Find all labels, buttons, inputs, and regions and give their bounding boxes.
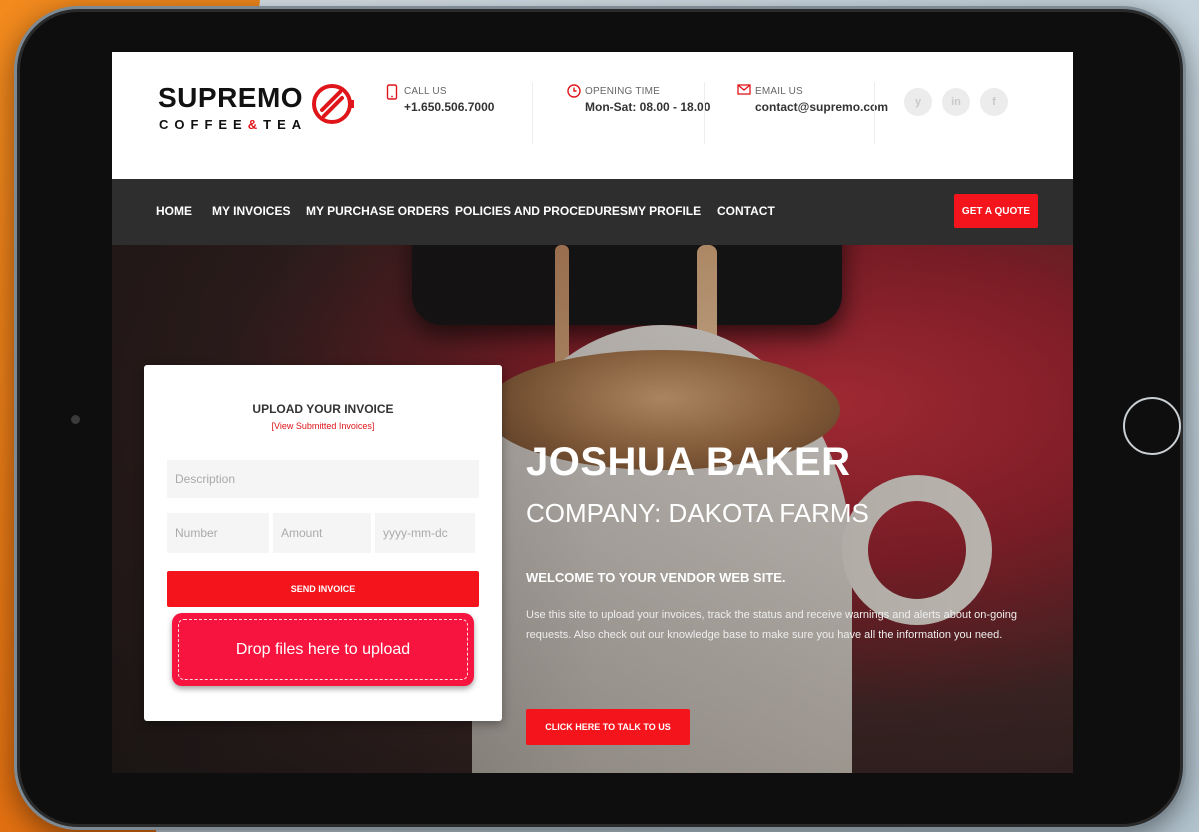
send-invoice-button[interactable]: SEND INVOICE [167, 571, 479, 607]
facebook-icon[interactable]: f [980, 88, 1008, 116]
file-drop-zone[interactable]: Drop files here to upload [172, 613, 474, 686]
divider [874, 82, 875, 144]
mail-icon [737, 84, 751, 95]
email-block[interactable]: EMAIL US contact@supremo.com [737, 84, 888, 114]
tablet-screen: SUPREMO COFFEE&TEA CALL US +1.650.506.70… [112, 52, 1073, 773]
clock-icon [567, 84, 581, 98]
description-input[interactable]: Description [167, 460, 479, 498]
drop-zone-label: Drop files here to upload [178, 619, 468, 680]
upload-invoice-card: UPLOAD YOUR INVOICE [View Submitted Invo… [144, 365, 502, 721]
email-label: EMAIL US [755, 86, 803, 97]
opening-time-label: OPENING TIME [585, 86, 661, 97]
divider [532, 82, 533, 144]
twitter-icon[interactable]: y [904, 88, 932, 116]
email-address[interactable]: contact@supremo.com [755, 100, 888, 114]
logo-mark-icon [312, 84, 354, 124]
view-submitted-invoices-link[interactable]: [View Submitted Invoices] [144, 421, 502, 431]
talk-to-us-button[interactable]: CLICK HERE TO TALK TO US [526, 709, 690, 745]
nav-my-invoices[interactable]: MY INVOICES [212, 204, 290, 218]
nav-home[interactable]: HOME [156, 204, 192, 218]
site-header: SUPREMO COFFEE&TEA CALL US +1.650.506.70… [112, 52, 1073, 179]
opening-hours: Mon-Sat: 08.00 - 18.00 [585, 100, 711, 114]
nav-my-purchase-orders[interactable]: MY PURCHASE ORDERS [306, 204, 449, 218]
vendor-name: JOSHUA BAKER [526, 440, 851, 484]
phone-icon [386, 84, 398, 100]
amount-input[interactable]: Amount [273, 513, 371, 553]
nav-my-profile[interactable]: MY PROFILE [628, 204, 701, 218]
nav-policies[interactable]: POLICIES AND PROCEDURES [455, 204, 628, 218]
divider [704, 82, 705, 144]
logo-tagline: COFFEE&TEA [159, 117, 308, 132]
hero-section: UPLOAD YOUR INVOICE [View Submitted Invo… [112, 245, 1073, 773]
vendor-company: COMPANY: DAKOTA FARMS [526, 498, 869, 528]
get-a-quote-button[interactable]: GET A QUOTE [954, 194, 1038, 228]
number-input[interactable]: Number [167, 513, 269, 553]
nav-contact[interactable]: CONTACT [717, 204, 775, 218]
home-button[interactable] [1123, 397, 1181, 455]
call-us-label: CALL US [404, 86, 447, 97]
opening-time-block: OPENING TIME Mon-Sat: 08.00 - 18.00 [567, 84, 711, 114]
welcome-text: Use this site to upload your invoices, t… [526, 609, 1017, 641]
camera-icon [71, 415, 80, 424]
call-us-block[interactable]: CALL US +1.650.506.7000 [386, 84, 494, 114]
upload-title: UPLOAD YOUR INVOICE [252, 402, 394, 416]
logo-wordmark[interactable]: SUPREMO [158, 82, 303, 114]
phone-number[interactable]: +1.650.506.7000 [404, 100, 494, 114]
date-input[interactable]: yyyy-mm-dc [375, 513, 475, 553]
welcome-heading: WELCOME TO YOUR VENDOR WEB SITE. [526, 570, 786, 585]
linkedin-icon[interactable]: in [942, 88, 970, 116]
main-nav: HOME MY INVOICES MY PURCHASE ORDERS POLI… [112, 179, 1073, 245]
